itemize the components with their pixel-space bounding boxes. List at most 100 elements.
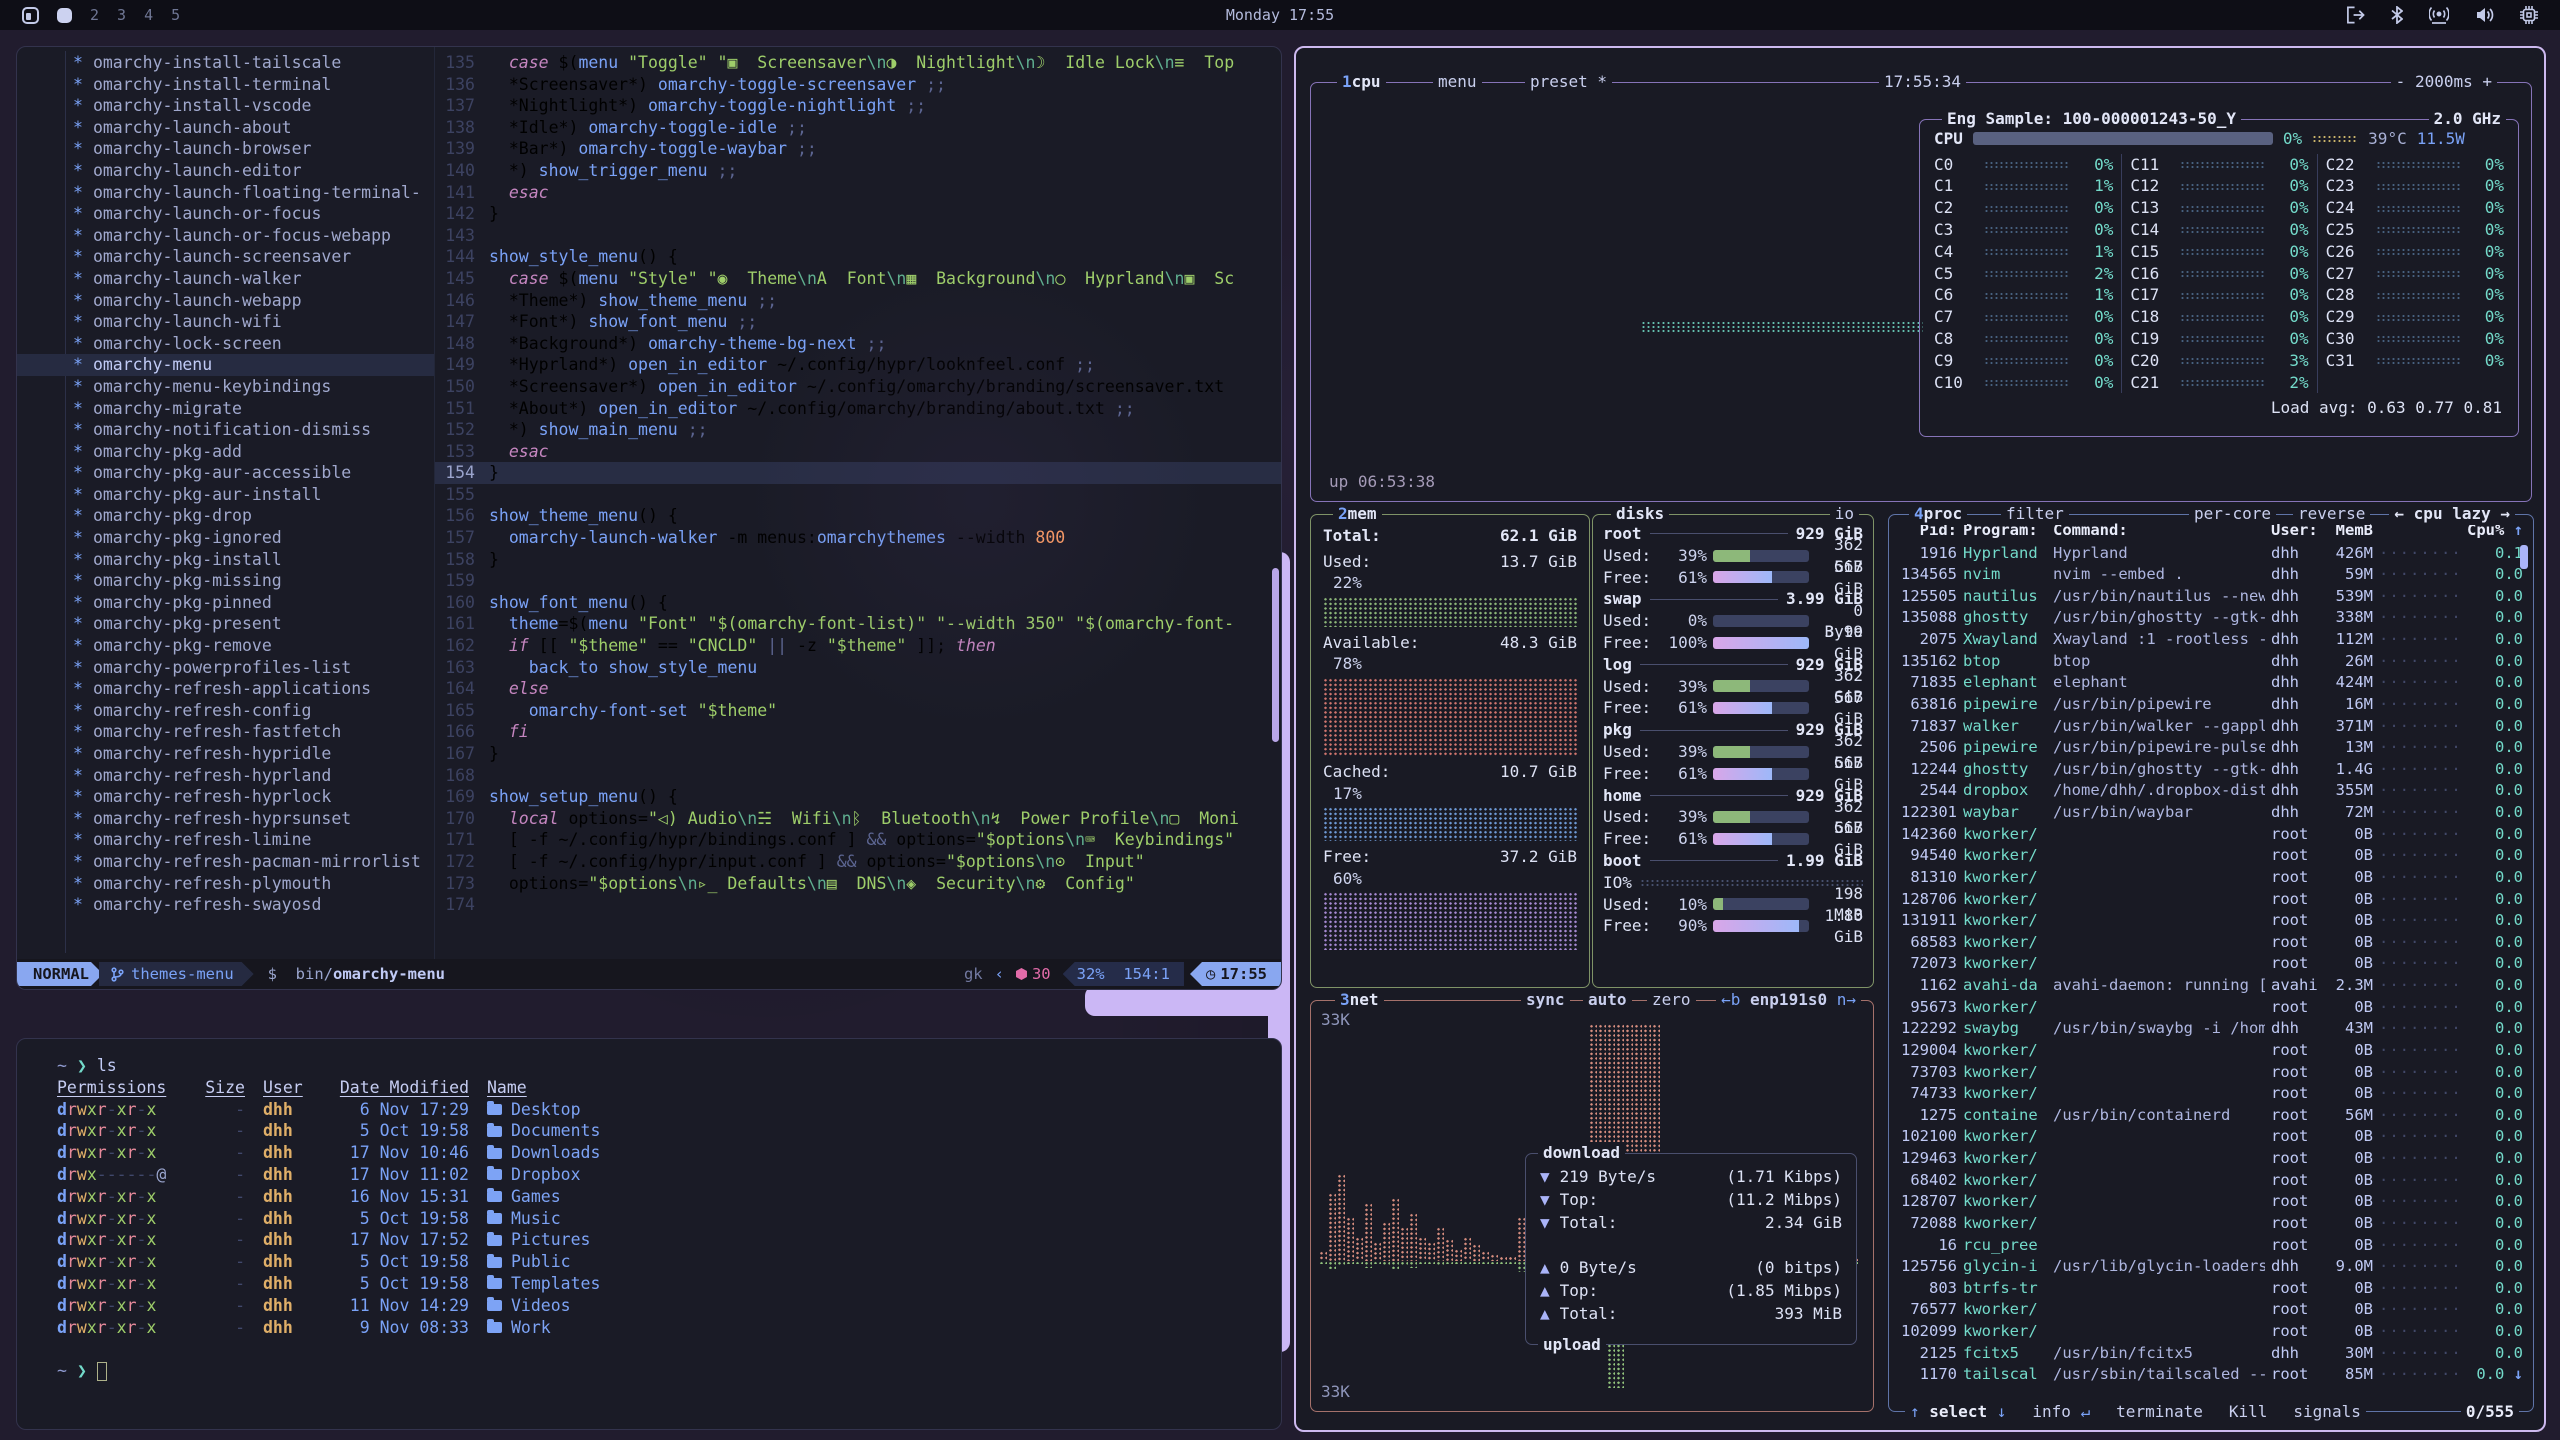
process-row[interactable]: 122301waybar/usr/bin/waybardhh72M·······… — [1899, 802, 2523, 824]
process-row[interactable]: 122292swaybg/usr/bin/swaybg -i /homdhh43… — [1899, 1018, 2523, 1040]
workspace-1-active[interactable] — [57, 8, 72, 23]
file-item[interactable]: *omarchy-refresh-hypridle — [51, 743, 434, 765]
file-item[interactable]: *omarchy-launch-screensaver — [51, 246, 434, 268]
process-row[interactable]: 68583kworker/root0B·········0.0 — [1899, 932, 2523, 954]
process-row[interactable]: 125505nautilus/usr/bin/nautilus --newdhh… — [1899, 586, 2523, 608]
menu-tab[interactable]: menu — [1433, 71, 1482, 93]
file-item[interactable]: *omarchy-launch-editor — [51, 160, 434, 182]
code-line[interactable]: 162 if [[ "$theme" == "CNCLD" || -z "$th… — [435, 635, 1281, 657]
workspace-4[interactable]: 4 — [144, 6, 153, 24]
file-item[interactable]: *omarchy-refresh-hyprland — [51, 765, 434, 787]
code-line[interactable]: 138 *Idle*) omarchy-toggle-idle ;; — [435, 117, 1281, 139]
bluetooth-icon[interactable] — [2391, 6, 2403, 24]
file-item[interactable]: *omarchy-notification-dismiss — [51, 419, 434, 441]
code-line[interactable]: 152 *) show_main_menu ;; — [435, 419, 1281, 441]
file-item[interactable]: *omarchy-refresh-plymouth — [51, 873, 434, 895]
process-row[interactable]: 128706kworker/root0B·········0.0 — [1899, 889, 2523, 911]
net-interface[interactable]: ←b enp191s0 n→ — [1716, 989, 1861, 1011]
kill-action[interactable]: Kill — [2229, 1401, 2268, 1423]
code-line[interactable]: 135 case $(menu "Toggle" "▣ Screensaver\… — [435, 52, 1281, 74]
volume-icon[interactable] — [2475, 6, 2494, 24]
file-item[interactable]: *omarchy-pkg-present — [51, 613, 434, 635]
code-line[interactable]: 136 *Screensaver*) omarchy-toggle-screen… — [435, 74, 1281, 96]
file-item[interactable]: *omarchy-pkg-add — [51, 441, 434, 463]
process-row[interactable]: 142360kworker/root0B·········0.0 — [1899, 824, 2523, 846]
proc-scrollbar[interactable] — [2520, 545, 2528, 569]
file-item[interactable]: *omarchy-launch-browser — [51, 138, 434, 160]
sync-tab[interactable]: sync — [1521, 989, 1570, 1011]
code-line[interactable]: 156show_theme_menu() { — [435, 505, 1281, 527]
file-item[interactable]: *omarchy-pkg-remove — [51, 635, 434, 657]
code-line[interactable]: 164 else — [435, 678, 1281, 700]
file-item[interactable]: *omarchy-install-tailscale — [51, 52, 434, 74]
process-row[interactable]: 1170tailscal/usr/sbin/tailscaled --root8… — [1899, 1364, 2523, 1386]
code-line[interactable]: 172 [ -f ~/.config/hypr/input.conf ] && … — [435, 851, 1281, 873]
proc-box-title[interactable]: 4proc — [1909, 503, 1967, 525]
reverse-tab[interactable]: reverse — [2293, 503, 2370, 525]
file-item[interactable]: *omarchy-menu-keybindings — [51, 376, 434, 398]
process-row[interactable]: 102099kworker/root0B·········0.0 — [1899, 1321, 2523, 1343]
terminate-action[interactable]: terminate — [2116, 1401, 2203, 1423]
preset-tab[interactable]: preset * — [1525, 71, 1612, 93]
file-item[interactable]: *omarchy-refresh-hyprsunset — [51, 808, 434, 830]
code-line[interactable]: 157 omarchy-launch-walker -m menus:omarc… — [435, 527, 1281, 549]
code-line[interactable]: 165 omarchy-font-set "$theme" — [435, 700, 1281, 722]
auto-tab[interactable]: auto — [1583, 989, 1632, 1011]
code-line[interactable]: 141 esac — [435, 182, 1281, 204]
omarchy-logo-icon[interactable] — [22, 7, 39, 24]
update-interval[interactable]: - 2000ms + — [2391, 71, 2497, 93]
code-line[interactable]: 171 [ -f ~/.config/hypr/bindings.conf ] … — [435, 829, 1281, 851]
process-row[interactable]: 68402kworker/root0B·········0.0 — [1899, 1170, 2523, 1192]
code-line[interactable]: 163 back_to show_style_menu — [435, 657, 1281, 679]
process-row[interactable]: 81310kworker/root0B·········0.0 — [1899, 867, 2523, 889]
file-item[interactable]: *omarchy-pkg-aur-accessible — [51, 462, 434, 484]
process-row[interactable]: 94540kworker/root0B·········0.0 — [1899, 845, 2523, 867]
sort-mode[interactable]: ← cpu lazy → — [2389, 503, 2515, 525]
file-item[interactable]: *omarchy-pkg-ignored — [51, 527, 434, 549]
file-item[interactable]: *omarchy-lock-screen — [51, 333, 434, 355]
process-row[interactable]: 2075XwaylandXwayland :1 -rootless -dhh11… — [1899, 629, 2523, 651]
process-row[interactable]: 135088ghostty/usr/bin/ghostty --gtk-dhh3… — [1899, 607, 2523, 629]
process-row[interactable]: 16rcu_preeroot0B·········0.0 — [1899, 1235, 2523, 1257]
file-item[interactable]: *omarchy-migrate — [51, 398, 434, 420]
file-item[interactable]: *omarchy-pkg-pinned — [51, 592, 434, 614]
disks-box-title[interactable]: disks — [1611, 503, 1669, 525]
code-line[interactable]: 144show_style_menu() { — [435, 246, 1281, 268]
process-row[interactable]: 2125fcitx5/usr/bin/fcitx5dhh30M·········… — [1899, 1343, 2523, 1365]
code-line[interactable]: 151 *About*) open_in_editor ~/.config/om… — [435, 398, 1281, 420]
process-row[interactable]: 803btrfs-trroot0B·········0.0 — [1899, 1278, 2523, 1300]
file-item[interactable]: *omarchy-launch-walker — [51, 268, 434, 290]
info-action[interactable]: info ↵ — [2032, 1401, 2090, 1423]
code-line[interactable]: 150 *Screensaver*) open_in_editor ~/.con… — [435, 376, 1281, 398]
process-row[interactable]: 129004kworker/root0B·········0.0 — [1899, 1040, 2523, 1062]
shell-terminal-window[interactable]: ~ ❯ ls PermissionsSizeUserDate ModifiedN… — [16, 1038, 1282, 1430]
file-item[interactable]: *omarchy-launch-about — [51, 117, 434, 139]
process-row[interactable]: 95673kworker/root0B·········0.0 — [1899, 997, 2523, 1019]
process-row[interactable]: 1162avahi-daavahi-daemon: running [avahi… — [1899, 975, 2523, 997]
code-line[interactable]: 153 esac — [435, 441, 1281, 463]
cpu-icon[interactable] — [2520, 6, 2538, 24]
workspace-5[interactable]: 5 — [171, 6, 180, 24]
code-line[interactable]: 147 *Font*) show_font_menu ;; — [435, 311, 1281, 333]
file-item[interactable]: *omarchy-refresh-swayosd — [51, 894, 434, 916]
zero-tab[interactable]: zero — [1647, 989, 1696, 1011]
process-row[interactable]: 71837walker/usr/bin/walker --gappldhh371… — [1899, 716, 2523, 738]
process-row[interactable]: 63816pipewire/usr/bin/pipewiredhh16M····… — [1899, 694, 2523, 716]
file-item[interactable]: *omarchy-pkg-install — [51, 549, 434, 571]
code-line[interactable]: 170 local options="◁) Audio\n☵ Wifi\nᛒ B… — [435, 808, 1281, 830]
signals-action[interactable]: signals — [2293, 1401, 2360, 1423]
code-line[interactable]: 154} — [435, 462, 1281, 484]
process-row[interactable]: 1916HyprlandHyprlanddhh426M·········0.1 — [1899, 543, 2523, 565]
process-row[interactable]: 2506pipewire/usr/bin/pipewire-pulsedhh13… — [1899, 737, 2523, 759]
code-line[interactable]: 161 theme=$(menu "Font" "$(omarchy-font-… — [435, 613, 1281, 635]
file-item[interactable]: *omarchy-launch-or-focus-webapp — [51, 225, 434, 247]
code-line[interactable]: 173 options="$options\n▹_ Defaults\n▤ DN… — [435, 873, 1281, 895]
code-line[interactable]: 168 — [435, 765, 1281, 787]
process-row[interactable]: 2544dropbox/home/dhh/.dropbox-distdhh355… — [1899, 780, 2523, 802]
file-item[interactable]: *omarchy-refresh-hyprlock — [51, 786, 434, 808]
process-row[interactable]: 131911kworker/root0B·········0.0 — [1899, 910, 2523, 932]
code-line[interactable]: 155 — [435, 484, 1281, 506]
code-line[interactable]: 142} — [435, 203, 1281, 225]
file-item[interactable]: *omarchy-launch-or-focus — [51, 203, 434, 225]
process-row[interactable]: 12244ghostty/usr/bin/ghostty --gtk-dhh1.… — [1899, 759, 2523, 781]
